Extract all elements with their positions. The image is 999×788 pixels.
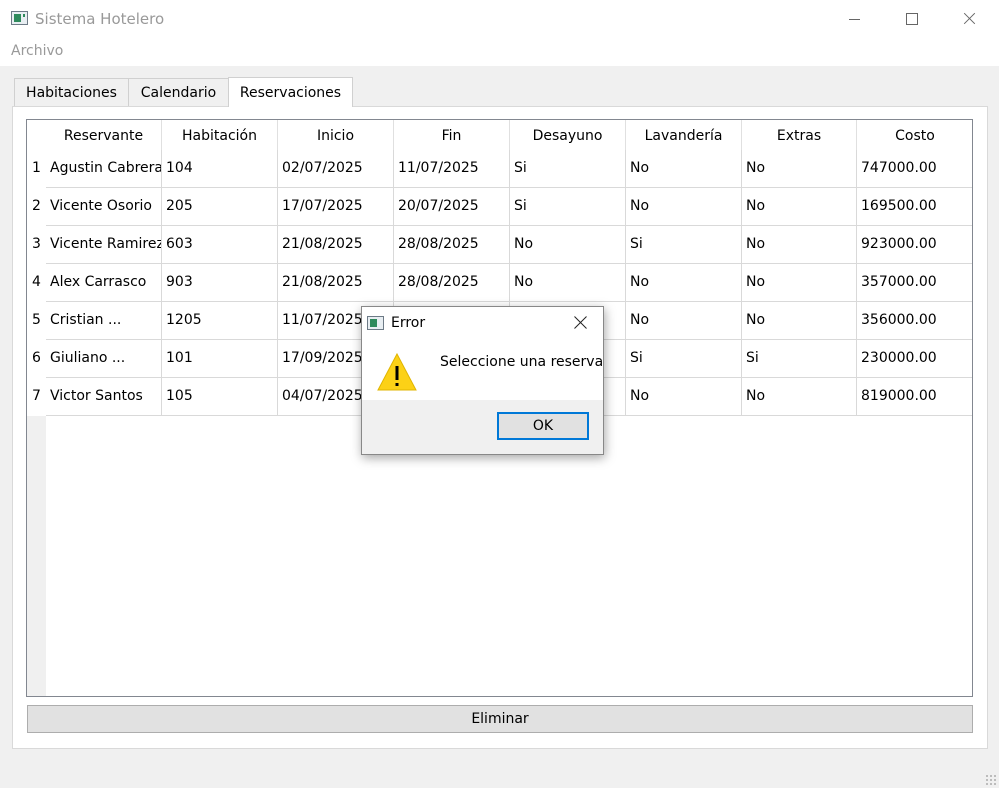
window-title: Sistema Hotelero [35,10,165,28]
dialog-message: Seleccione una reserva [440,354,604,370]
column-header-desayuno[interactable]: Desayuno [510,120,626,150]
table-cell[interactable]: 603 [162,226,278,264]
table-cell[interactable]: Si [742,340,857,378]
table-cell[interactable]: 819000.00 [857,378,972,416]
resize-grip[interactable] [985,774,997,786]
tab-reservaciones[interactable]: Reservaciones [228,77,353,107]
row-number[interactable]: 4 [27,264,46,302]
table-cell[interactable]: No [626,150,742,188]
app-window-icon [11,11,28,25]
table-cell[interactable]: No [626,188,742,226]
table-cell[interactable]: Victor Santos [46,378,162,416]
error-dialog: Error Seleccione una reserva OK [361,306,604,455]
row-number[interactable]: 2 [27,188,46,226]
table-cell[interactable]: No [510,226,626,264]
tab-habitaciones[interactable]: Habitaciones [14,78,129,106]
column-header-inicio[interactable]: Inicio [278,120,394,150]
eliminar-button[interactable]: Eliminar [27,705,973,733]
column-header-habitacion[interactable]: Habitación [162,120,278,150]
maximize-button[interactable] [883,0,941,38]
row-number[interactable]: 1 [27,150,46,188]
table-cell[interactable]: 11/07/2025 [394,150,510,188]
table-cell[interactable]: Vicente Ramirez [46,226,162,264]
menu-bar: Archivo [0,38,999,66]
table-cell[interactable]: No [742,188,857,226]
table-cell[interactable]: No [626,264,742,302]
table-cell[interactable]: No [742,226,857,264]
table-cell[interactable]: 1205 [162,302,278,340]
table-cell[interactable]: Vicente Osorio [46,188,162,226]
table-cell[interactable]: Si [626,340,742,378]
table-cell[interactable]: 17/07/2025 [278,188,394,226]
row-number[interactable]: 5 [27,302,46,340]
table-cell[interactable]: 28/08/2025 [394,226,510,264]
table-cell[interactable]: 205 [162,188,278,226]
table-cell[interactable]: Si [510,150,626,188]
table-cell[interactable]: 169500.00 [857,188,972,226]
table-cell[interactable]: Cristian ... [46,302,162,340]
table-cell[interactable]: 101 [162,340,278,378]
menu-archivo[interactable]: Archivo [11,43,63,59]
table-cell[interactable]: No [742,302,857,340]
table-cell[interactable]: No [742,150,857,188]
table-cell[interactable]: 20/07/2025 [394,188,510,226]
warning-icon [377,352,417,391]
table-cell[interactable]: No [510,264,626,302]
table-cell[interactable]: 21/08/2025 [278,226,394,264]
table-cell[interactable]: Alex Carrasco [46,264,162,302]
column-header-fin[interactable]: Fin [394,120,510,150]
table-cell[interactable]: 356000.00 [857,302,972,340]
table-cell[interactable]: Si [510,188,626,226]
table-cell[interactable]: 747000.00 [857,150,972,188]
row-number[interactable]: 6 [27,340,46,378]
table-cell[interactable]: Agustin Cabrera [46,150,162,188]
table-cell[interactable]: 21/08/2025 [278,264,394,302]
close-window-button[interactable] [941,0,999,38]
dialog-window-icon [367,316,384,330]
table-cell[interactable]: 903 [162,264,278,302]
table-cell[interactable]: No [626,302,742,340]
table-cell[interactable]: 104 [162,150,278,188]
table-cell[interactable]: 02/07/2025 [278,150,394,188]
table-cell[interactable]: 28/08/2025 [394,264,510,302]
column-header-reservante[interactable]: Reservante [46,120,162,150]
table-cell[interactable]: 230000.00 [857,340,972,378]
table-cell[interactable]: 923000.00 [857,226,972,264]
title-bar: Sistema Hotelero [0,0,999,38]
table-cell[interactable]: 357000.00 [857,264,972,302]
dialog-footer: OK [362,400,603,454]
ok-button[interactable]: OK [497,412,589,440]
table-cell[interactable]: No [626,378,742,416]
table-cell[interactable]: No [742,264,857,302]
table-cell[interactable]: Giuliano ... [46,340,162,378]
table-cell[interactable]: Si [626,226,742,264]
dialog-title: Error [391,315,426,331]
tab-calendario[interactable]: Calendario [128,78,229,106]
dialog-close-button[interactable] [559,307,603,337]
table-cell[interactable]: 105 [162,378,278,416]
row-number[interactable]: 3 [27,226,46,264]
column-header-costo[interactable]: Costo [857,120,972,150]
column-header-extras[interactable]: Extras [742,120,857,150]
column-header-lavanderia[interactable]: Lavandería [626,120,742,150]
row-number[interactable]: 7 [27,378,46,416]
table-cell[interactable]: No [742,378,857,416]
minimize-button[interactable] [825,0,883,38]
